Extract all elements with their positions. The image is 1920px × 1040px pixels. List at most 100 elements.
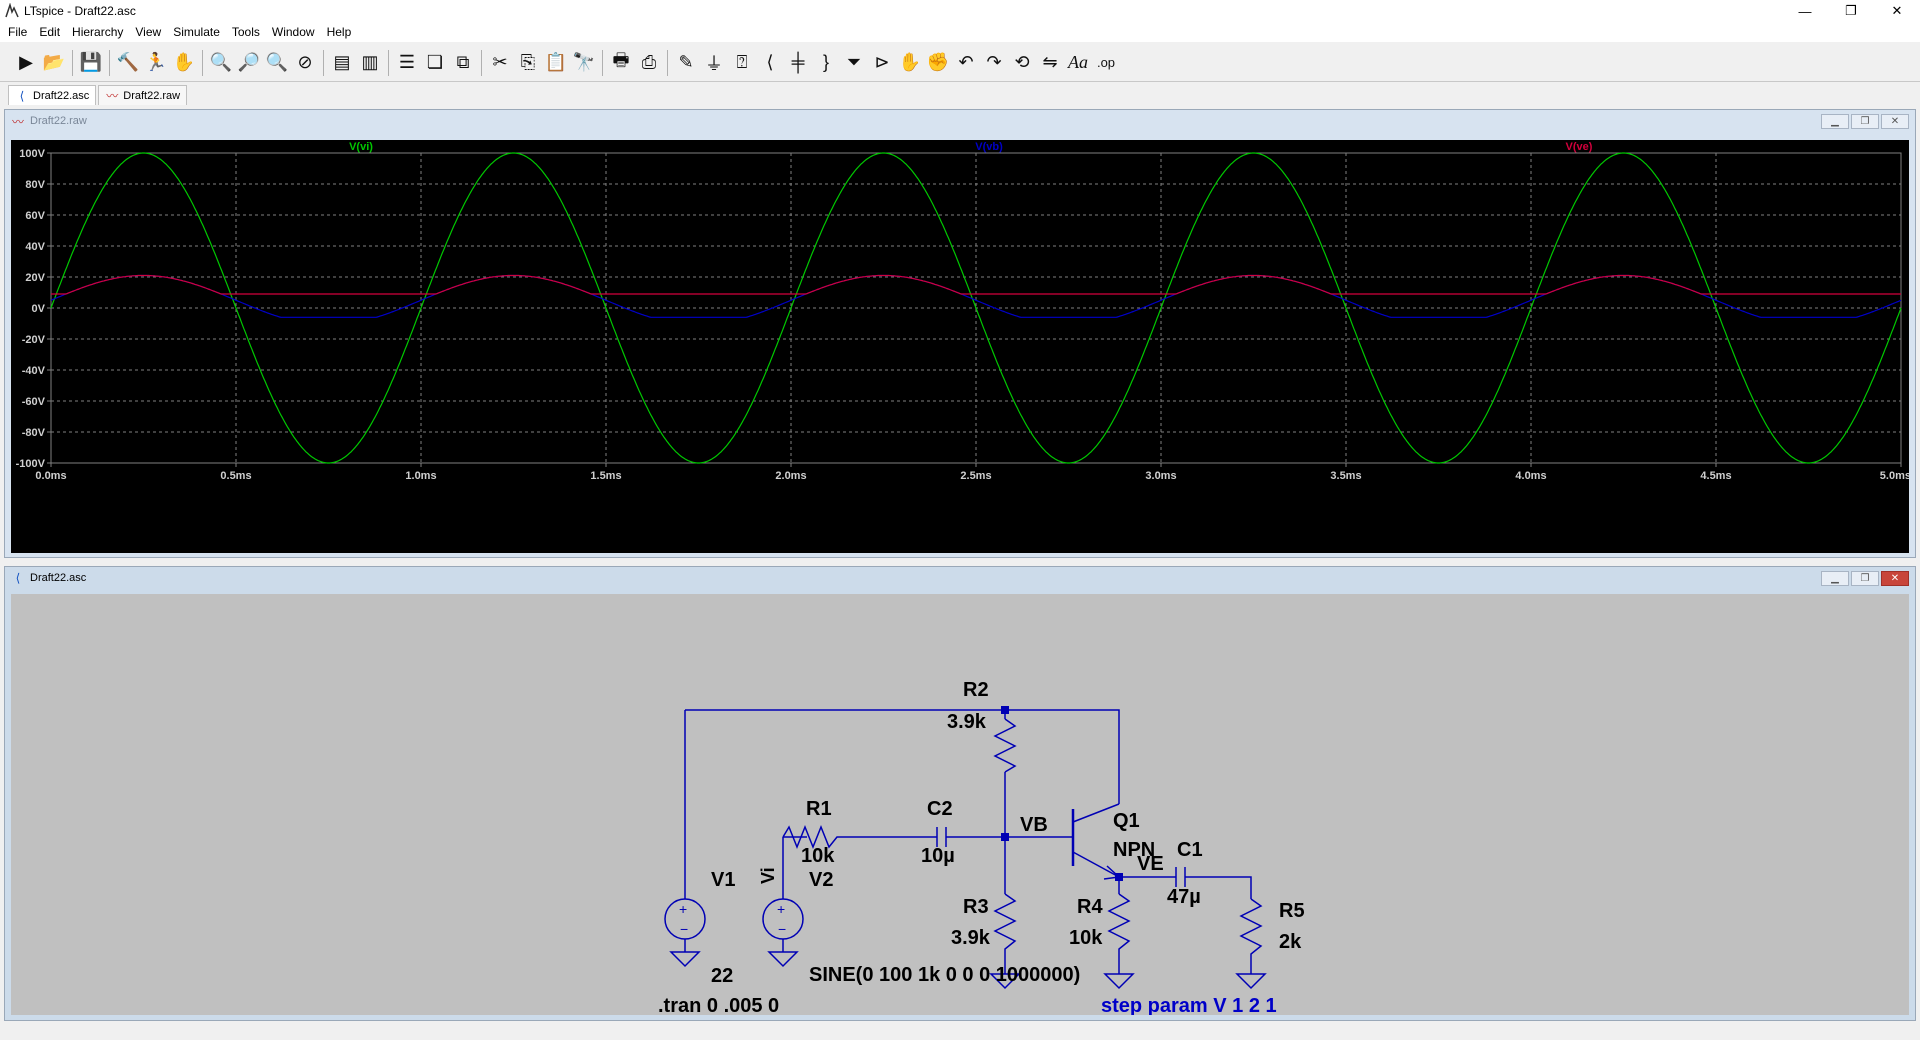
run-icon[interactable]: ▶ [12, 49, 40, 77]
label-r5-value[interactable]: 2k [1279, 931, 1302, 953]
trace-label-vve[interactable]: V(ve) [1566, 141, 1593, 153]
redo-icon[interactable]: ↷ [980, 49, 1008, 77]
open-icon[interactable]: 📂 [40, 49, 68, 77]
waveform-minimize-button[interactable]: ▁ [1821, 114, 1849, 129]
y-tick-label: -20V [22, 334, 46, 346]
minimize-button[interactable]: — [1782, 0, 1828, 22]
x-tick-label: 4.5ms [1700, 470, 1731, 482]
schematic-drawing[interactable]: + − + − R2 3.9k R1 10k C2 10µ VB Q1 NPN … [11, 594, 1909, 1017]
label-v1-value[interactable]: 22 [711, 965, 733, 987]
autorange-icon[interactable]: ▤ [328, 49, 356, 77]
control-panel-icon[interactable]: 🔨 [114, 49, 142, 77]
measure-icon[interactable]: ▥ [356, 49, 384, 77]
step-directive[interactable]: step param V 1 2 1 [1101, 995, 1277, 1017]
label-net-icon[interactable]: ⍰ [728, 49, 756, 77]
label-r2-value[interactable]: 3.9k [947, 711, 987, 733]
y-tick-label: 0V [32, 303, 46, 315]
svg-text:−: − [778, 921, 786, 937]
waveform-plot-area[interactable]: 100V 80V 60V 40V 20V 0V -20V -40V -60V -80V -100V … [11, 140, 1911, 553]
menu-tools[interactable]: Tools [228, 25, 264, 39]
y-tick-label: -40V [22, 365, 46, 377]
x-tick-label: 0.5ms [220, 470, 251, 482]
menu-simulate[interactable]: Simulate [169, 25, 224, 39]
print-icon[interactable]: 🖶 [607, 49, 635, 77]
label-r3-value[interactable]: 3.9k [951, 927, 991, 949]
label-c2[interactable]: C2 [927, 798, 953, 820]
label-c1-value[interactable]: 47µ [1167, 886, 1201, 908]
menu-file[interactable]: File [4, 25, 31, 39]
menu-window[interactable]: Window [268, 25, 319, 39]
close-button[interactable]: ✕ [1874, 0, 1920, 22]
paste-icon[interactable]: 📋 [542, 49, 570, 77]
x-tick-label: 1.0ms [405, 470, 436, 482]
move-icon[interactable]: ✋ [896, 49, 924, 77]
undo-icon[interactable]: ↶ [952, 49, 980, 77]
label-r3[interactable]: R3 [963, 896, 989, 918]
label-net-vi[interactable]: Vi [758, 867, 778, 884]
label-r4[interactable]: R4 [1077, 896, 1103, 918]
zoom-out-icon[interactable]: 🔍 [263, 49, 291, 77]
cut-icon[interactable]: ✂ [486, 49, 514, 77]
menu-view[interactable]: View [131, 25, 165, 39]
label-v2[interactable]: V2 [809, 869, 833, 891]
trace-label-vvi[interactable]: V(vi) [349, 141, 373, 153]
find-icon[interactable]: 🔭 [570, 49, 598, 77]
label-r4-value[interactable]: 10k [1069, 927, 1103, 949]
svg-text:+: + [777, 901, 785, 917]
schematic-restore-button[interactable]: ❐ [1851, 571, 1879, 586]
maximize-button[interactable]: ❐ [1828, 0, 1874, 22]
label-v1[interactable]: V1 [711, 869, 735, 891]
tab-draft22-raw[interactable]: 〰 Draft22.raw [98, 85, 188, 105]
schematic-minimize-button[interactable]: ▁ [1821, 571, 1849, 586]
ground-icon[interactable]: ⏚ [700, 49, 728, 77]
label-c2-value[interactable]: 10µ [921, 845, 955, 867]
waveform-close-button[interactable]: ✕ [1881, 114, 1909, 129]
menu-help[interactable]: Help [323, 25, 356, 39]
label-net-ve[interactable]: VE [1137, 853, 1164, 875]
menu-hierarchy[interactable]: Hierarchy [68, 25, 127, 39]
x-tick-label: 2.0ms [775, 470, 806, 482]
label-r1[interactable]: R1 [806, 798, 832, 820]
label-c1[interactable]: C1 [1177, 839, 1203, 861]
mirror-icon[interactable]: ⇋ [1036, 49, 1064, 77]
copy-icon[interactable]: ⎘ [514, 49, 542, 77]
label-v2-value[interactable]: SINE(0 100 1k 0 0 0 1000000) [809, 964, 1080, 986]
wire-icon[interactable]: ✎ [672, 49, 700, 77]
tile-horizontal-icon[interactable]: ☰ [393, 49, 421, 77]
save-icon[interactable]: 💾 [77, 49, 105, 77]
capacitor-icon[interactable]: ╪ [784, 49, 812, 77]
window-title: LTspice - Draft22.asc [24, 4, 136, 18]
schematic-close-button[interactable]: ✕ [1881, 571, 1909, 586]
text-icon[interactable]: Aa [1064, 49, 1092, 77]
cascade-icon[interactable]: ❏ [421, 49, 449, 77]
label-net-vb[interactable]: VB [1020, 814, 1048, 836]
waveform-icon: 〰 [106, 89, 119, 103]
label-r5[interactable]: R5 [1279, 900, 1305, 922]
tile-vertical-icon[interactable]: ⧉ [449, 49, 477, 77]
label-r2[interactable]: R2 [963, 679, 989, 701]
schematic-canvas[interactable]: + − + − R2 3.9k R1 10k C2 10µ VB Q1 NPN … [11, 594, 1909, 1017]
halt-icon[interactable]: 🏃 [142, 49, 170, 77]
inductor-icon[interactable]: } [812, 49, 840, 77]
spice-directive-icon[interactable]: .op [1092, 49, 1120, 77]
rotate-icon[interactable]: ⟲ [1008, 49, 1036, 77]
tab-draft22-asc[interactable]: ⟨ Draft22.asc [8, 85, 97, 105]
tran-directive[interactable]: .tran 0 .005 0 [658, 995, 779, 1017]
zoom-in-icon[interactable]: 🔍 [207, 49, 235, 77]
diode-icon[interactable]: ⏷ [840, 49, 868, 77]
zoom-box-icon[interactable]: 🔎 [235, 49, 263, 77]
menu-edit[interactable]: Edit [35, 25, 64, 39]
resistor-icon[interactable]: ⟨ [756, 49, 784, 77]
trace-label-vvb[interactable]: V(vb) [975, 141, 1003, 153]
label-r1-value[interactable]: 10k [801, 845, 835, 867]
label-q1[interactable]: Q1 [1113, 810, 1140, 832]
print-setup-icon[interactable]: ⎙ [635, 49, 663, 77]
drag-icon[interactable]: ✊ [924, 49, 952, 77]
svg-text:−: − [680, 921, 688, 937]
waveform-restore-button[interactable]: ❐ [1851, 114, 1879, 129]
component-icon[interactable]: ⊳ [868, 49, 896, 77]
waveform-plot[interactable]: 100V80V60V40V20V0V-20V-40V-60V-80V-100V … [11, 140, 1911, 553]
schematic-window-title: Draft22.asc [30, 572, 87, 584]
pan-icon[interactable]: ✋ [170, 49, 198, 77]
zoom-fit-icon[interactable]: ⊘ [291, 49, 319, 77]
